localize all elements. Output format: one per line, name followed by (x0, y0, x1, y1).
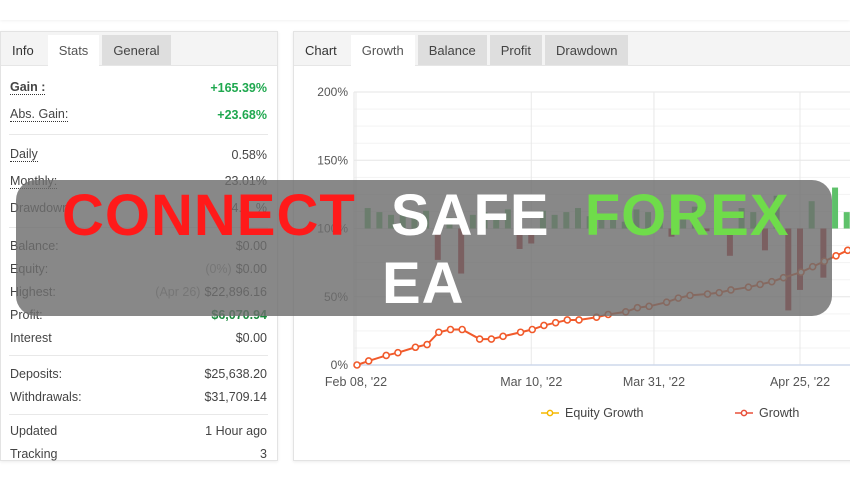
growth-point (499, 332, 507, 341)
profit-bar (843, 212, 850, 229)
growth-point (487, 335, 496, 343)
promo-banner: CONNECT SAFE FOREX EA (16, 180, 832, 316)
growth-point (551, 318, 560, 327)
growth-point (475, 335, 484, 343)
growth-point (394, 348, 402, 357)
growth-point (364, 357, 373, 365)
banner-title-line2: EA (382, 251, 465, 316)
growth-point (516, 328, 525, 337)
profit-bar (832, 187, 839, 229)
x-tick-label: Feb 08, '22 (325, 375, 387, 389)
growth-point (382, 351, 391, 360)
legend-equity-growth[interactable]: Equity Growth (541, 406, 644, 420)
growth-point (575, 316, 583, 324)
banner-title-line1: CONNECT SAFE FOREX (62, 182, 790, 249)
legend-growth[interactable]: Growth (735, 406, 799, 420)
growth-legend-icon (735, 409, 753, 417)
x-tick-label: Apr 25, '22 (770, 375, 830, 389)
growth-point (540, 321, 548, 330)
growth-point (843, 246, 850, 255)
growth-point (353, 361, 361, 369)
legend-label: Equity Growth (565, 406, 644, 420)
equity-growth-legend-icon (541, 409, 559, 417)
x-tick-label: Mar 10, '22 (500, 375, 562, 389)
banner-word-connect: CONNECT (62, 183, 356, 248)
growth-point (423, 340, 431, 349)
growth-point (434, 328, 443, 337)
x-tick-label: Mar 31, '22 (623, 375, 685, 389)
growth-point (563, 316, 572, 324)
growth-point (446, 325, 455, 334)
growth-point (458, 325, 466, 334)
banner-word-safe: SAFE (390, 183, 550, 248)
y-tick-label: 0% (331, 358, 349, 372)
growth-point (832, 252, 840, 260)
growth-point (528, 325, 537, 334)
y-tick-label: 200% (317, 85, 348, 99)
growth-point (411, 343, 420, 352)
y-tick-label: 150% (317, 153, 348, 167)
legend-label: Growth (759, 406, 800, 420)
banner-word-forex: FOREX (584, 183, 790, 248)
